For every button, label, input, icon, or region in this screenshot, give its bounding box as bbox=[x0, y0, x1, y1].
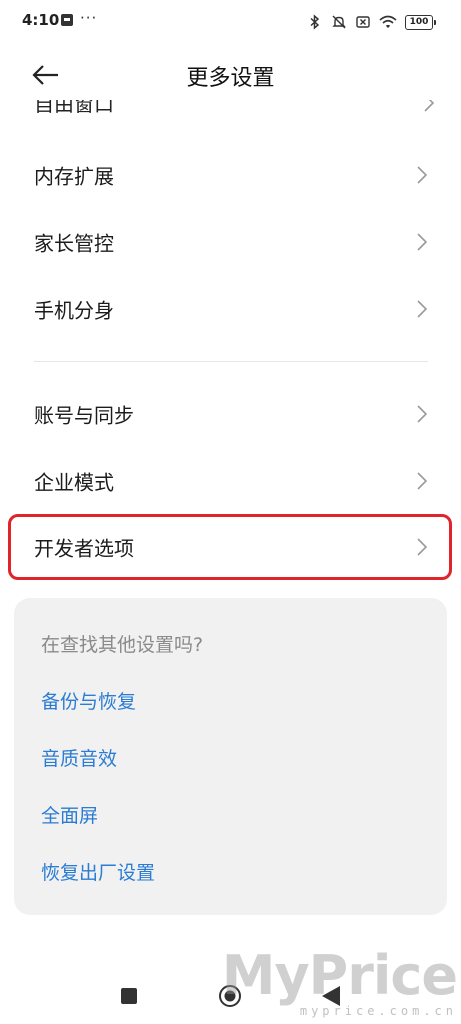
chevron-right-icon bbox=[417, 166, 427, 184]
chevron-right-icon bbox=[417, 472, 427, 490]
list-item-accounts-sync[interactable]: 账号与同步 bbox=[0, 381, 461, 447]
list-item-memory-extension[interactable]: 内存扩展 bbox=[0, 142, 461, 208]
chevron-right-icon bbox=[417, 300, 427, 318]
home-button[interactable] bbox=[218, 984, 242, 1008]
suggestion-link-factory-reset[interactable]: 恢复出厂设置 bbox=[41, 858, 155, 885]
status-time: 4:10 bbox=[22, 11, 60, 29]
notification-app-icon bbox=[61, 14, 73, 26]
list-item-parental-controls[interactable]: 家长管控 bbox=[0, 209, 461, 275]
more-notifications-icon: ··· bbox=[80, 9, 98, 27]
list-item-label: 手机分身 bbox=[34, 298, 114, 323]
chevron-right-icon bbox=[417, 538, 427, 556]
recents-button[interactable] bbox=[121, 988, 137, 1004]
status-bar: 4:10 ··· 100 bbox=[0, 0, 461, 44]
list-item-label: 家长管控 bbox=[34, 231, 114, 256]
suggestion-card: 在查找其他设置吗? 备份与恢复 音质音效 全面屏 恢复出厂设置 bbox=[14, 598, 447, 915]
suggestion-link-audio-effects[interactable]: 音质音效 bbox=[41, 744, 117, 771]
mute-icon bbox=[332, 15, 346, 29]
list-item-label: 自由窗口 bbox=[34, 100, 114, 116]
chevron-right-icon bbox=[417, 405, 427, 423]
bluetooth-icon bbox=[310, 14, 320, 30]
app-header: 更多设置 bbox=[0, 48, 461, 102]
list-item-label: 内存扩展 bbox=[34, 164, 114, 189]
chevron-right-icon bbox=[424, 100, 434, 112]
list-item-dual-apps[interactable]: 手机分身 bbox=[0, 276, 461, 342]
chevron-right-icon bbox=[417, 233, 427, 251]
status-icons: 100 bbox=[307, 12, 436, 32]
suggestion-title: 在查找其他设置吗? bbox=[41, 634, 204, 656]
list-item-label: 企业模式 bbox=[34, 470, 114, 495]
battery-icon: 100 bbox=[405, 14, 436, 30]
no-sim-icon bbox=[356, 16, 370, 28]
list-item-developer-options[interactable]: 开发者选项 bbox=[0, 514, 461, 580]
navigation-bar bbox=[0, 960, 461, 1024]
section-divider bbox=[34, 361, 428, 362]
suggestion-link-backup-restore[interactable]: 备份与恢复 bbox=[41, 687, 136, 714]
list-item-partial[interactable]: 自由窗口 bbox=[34, 100, 434, 122]
nav-back-button[interactable] bbox=[320, 984, 342, 1008]
page-title: 更多设置 bbox=[186, 66, 275, 91]
list-item-enterprise-mode[interactable]: 企业模式 bbox=[0, 448, 461, 514]
wifi-icon bbox=[379, 15, 397, 28]
list-item-label: 账号与同步 bbox=[34, 403, 134, 428]
list-item-label: 开发者选项 bbox=[34, 536, 134, 561]
suggestion-link-full-screen[interactable]: 全面屏 bbox=[41, 801, 98, 828]
